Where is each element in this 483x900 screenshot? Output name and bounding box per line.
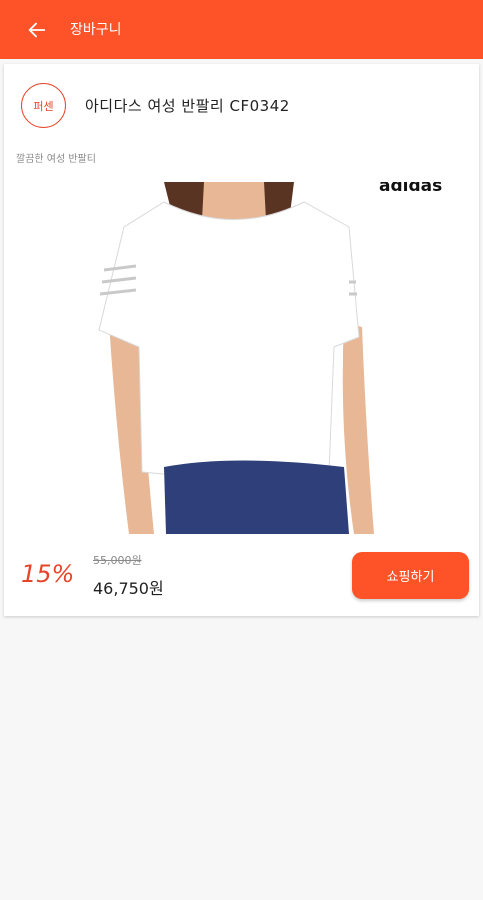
product-description: 깔끔한 여성 반팔티: [16, 154, 96, 165]
discount-rate: 15%: [21, 560, 75, 588]
original-price: 55,000원: [93, 554, 142, 567]
product-image: adidas: [4, 182, 479, 534]
sale-price: 46,750원: [93, 579, 164, 598]
adidas-logo-text: adidas: [379, 182, 442, 196]
shopping-button[interactable]: 쇼핑하기: [352, 552, 469, 599]
page-title: 장바구니: [70, 22, 122, 38]
brand-badge: 퍼센: [21, 83, 66, 128]
arrow-left-icon: [28, 22, 46, 38]
back-button[interactable]: [24, 17, 50, 43]
product-card[interactable]: 퍼센 아디다스 여성 반팔리 CF0342 깔끔한 여성 반팔티 adidas …: [4, 64, 479, 616]
app-bar: 장바구니: [0, 0, 483, 59]
product-name: 아디다스 여성 반팔리 CF0342: [85, 97, 290, 115]
